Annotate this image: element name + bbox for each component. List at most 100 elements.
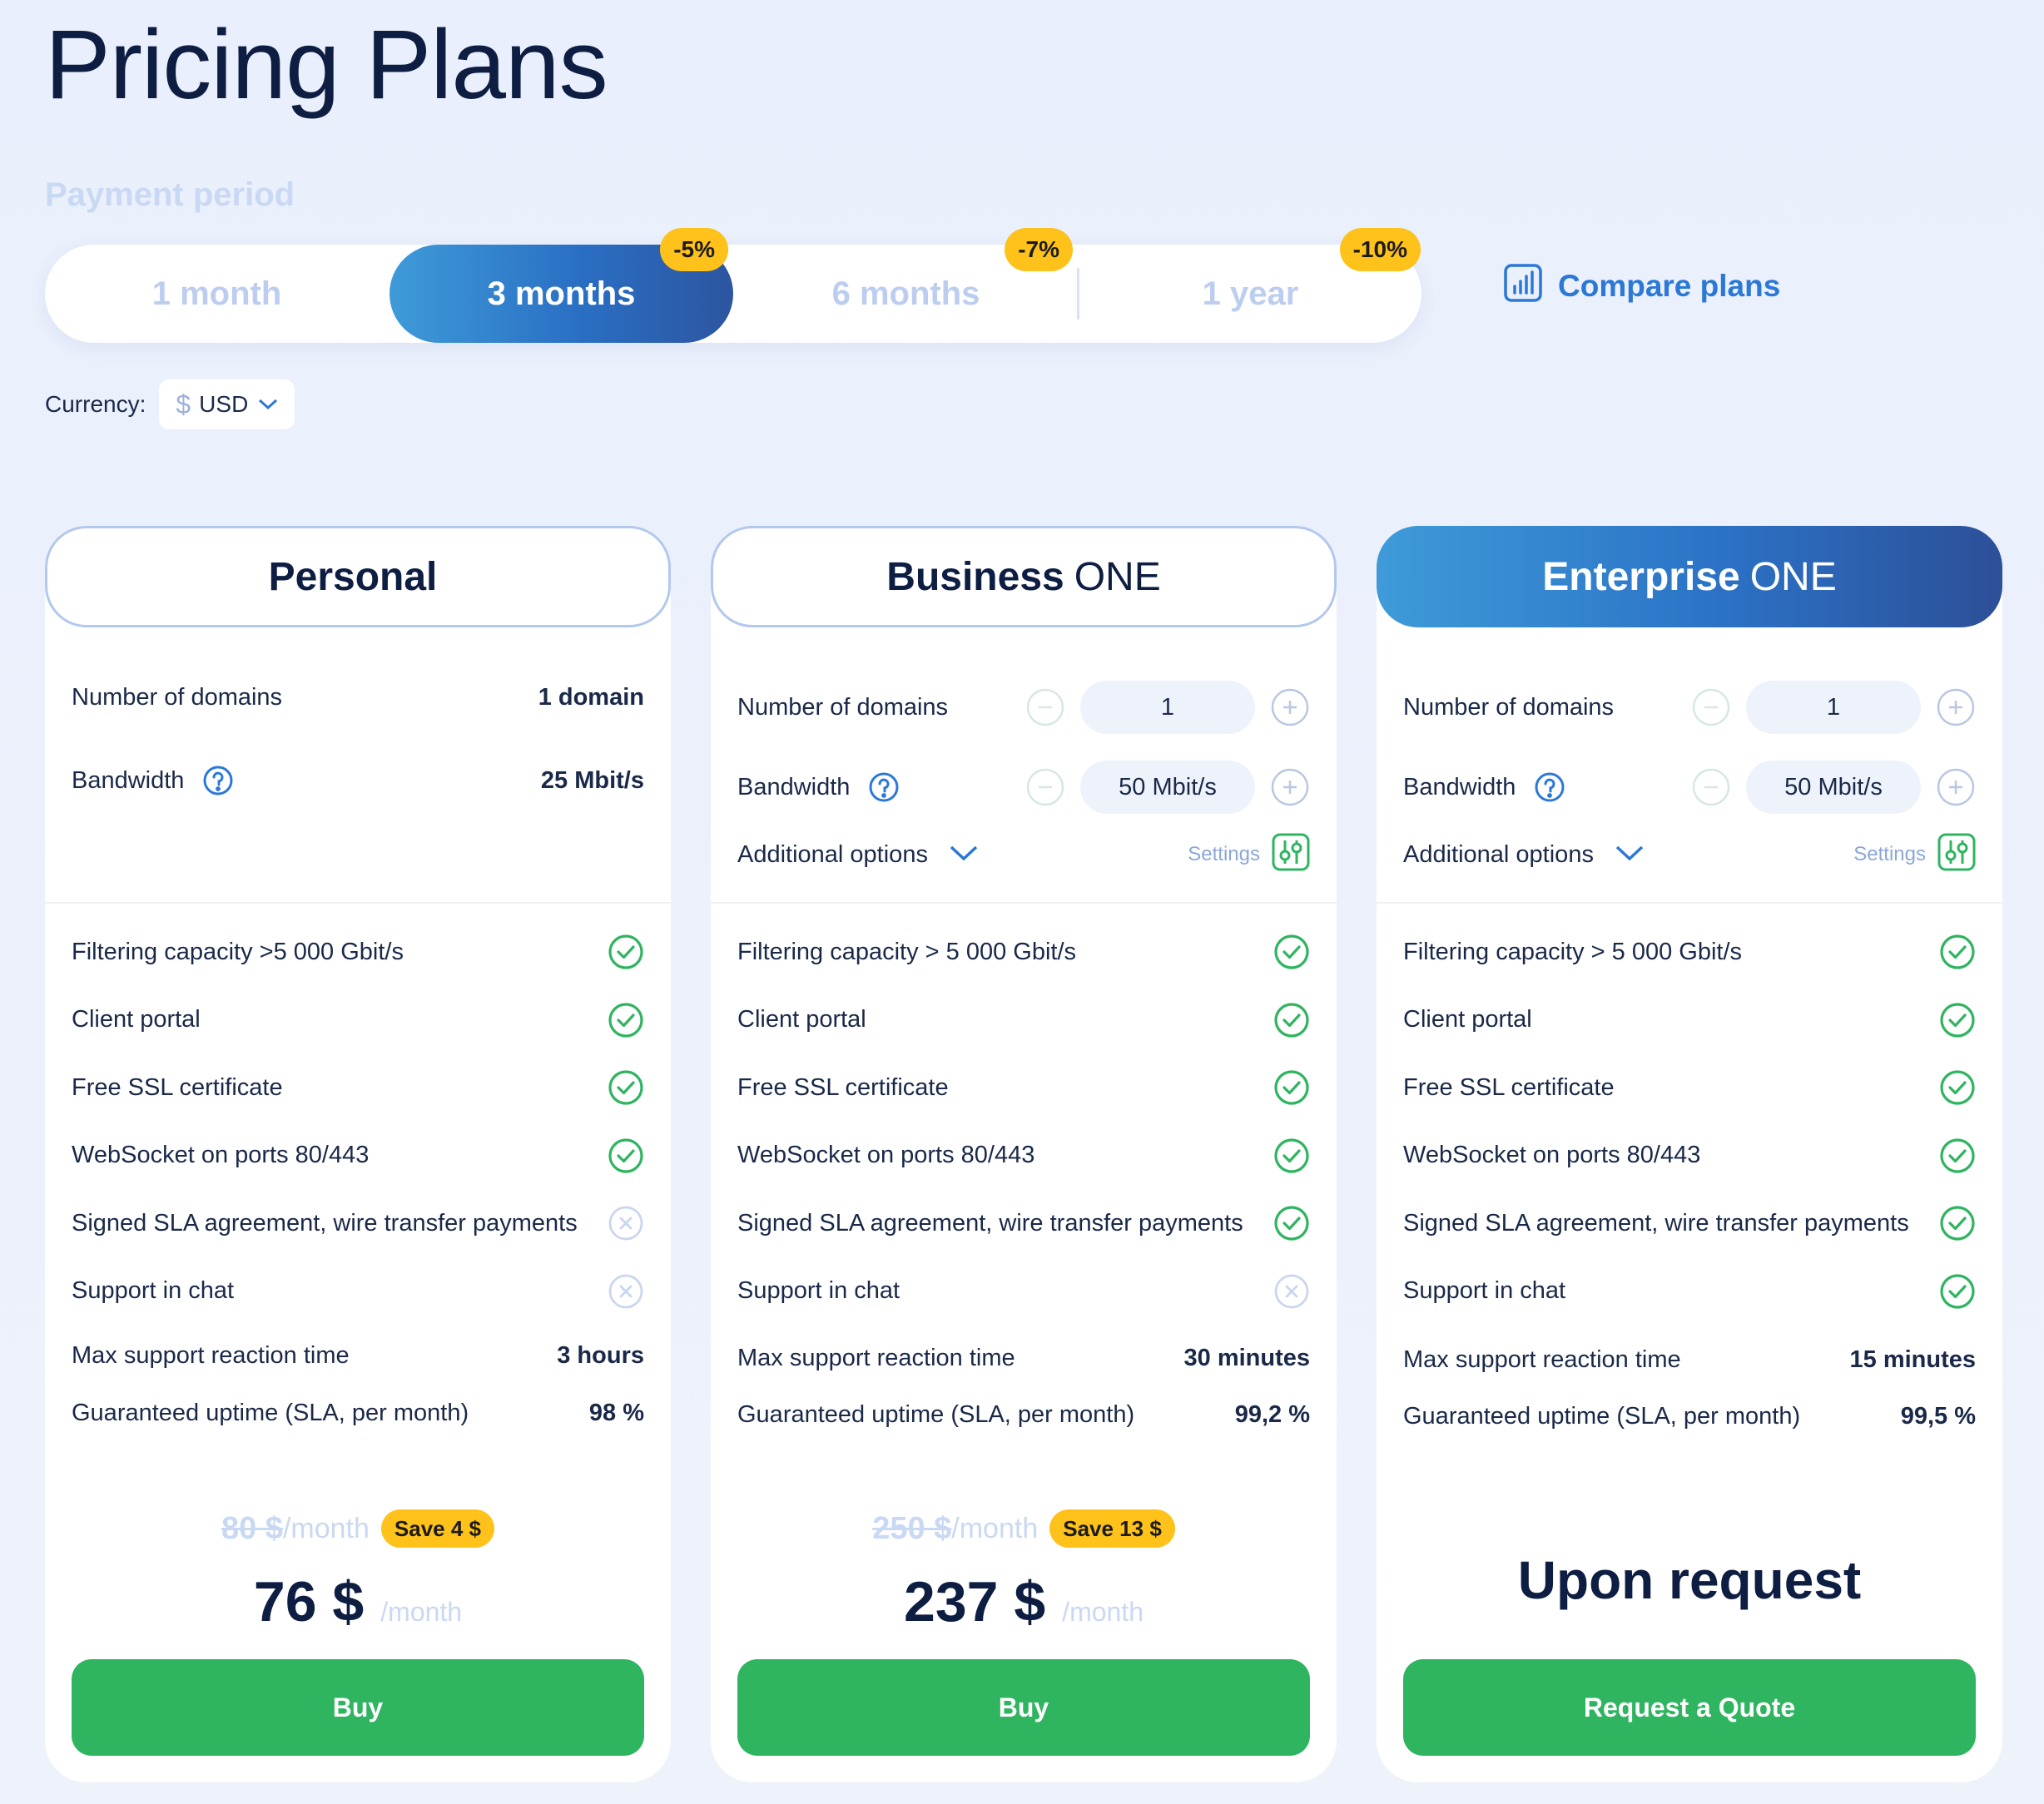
page-title: Pricing Plans [45,10,608,120]
discount-badge: -5% [660,228,728,271]
plan-header: Business ONE [711,526,1337,627]
payment-period-label: Payment period [45,176,295,213]
domains-stepper: 1 [1025,681,1310,734]
plus-icon[interactable] [1936,767,1976,807]
discount-badge: -7% [1005,228,1073,271]
domains-value[interactable]: 1 [1746,681,1921,734]
plan-card-business: Business ONE Number of domains 1 Bandwid… [711,526,1337,1782]
sliders-icon [1937,833,1976,877]
additional-options-row: Additional options Settings [737,833,1310,877]
plus-icon[interactable] [1270,687,1310,727]
minus-icon[interactable] [1691,767,1731,807]
plan-name: Business [886,554,1064,599]
settings-button[interactable]: Settings [1188,833,1310,877]
reaction-value: 3 hours [557,1341,644,1369]
feature-label: WebSocket on ports 80/443 [737,1142,1035,1168]
bandwidth-value[interactable]: 50 Mbit/s [1080,761,1255,814]
uptime-label: Guaranteed uptime (SLA, per month) [737,1400,1135,1428]
domains-row: Number of domains 1 [1403,681,1976,734]
divider [711,902,1337,904]
old-price-row: 250 $ /month Save 13 $ [711,1509,1337,1548]
request-quote-button[interactable]: Request a Quote [1403,1659,1976,1756]
feature-label: WebSocket on ports 80/443 [72,1142,370,1168]
chevron-down-icon [1614,843,1645,867]
minus-icon[interactable] [1025,687,1065,727]
plan-header: Enterprise ONE [1377,526,2002,627]
payment-period-switch: 1 month 3 months -5% 6 months -7% 1 year… [45,228,1422,343]
check-circle-icon [1273,1137,1310,1174]
feature-label: Free SSL certificate [72,1073,283,1101]
feature-label: Filtering capacity >5 000 Gbit/s [72,938,404,965]
help-icon[interactable] [202,765,234,796]
feature-label: Support in chat [737,1277,900,1304]
help-icon[interactable] [1534,771,1565,803]
settings-button[interactable]: Settings [1853,833,1976,877]
additional-options-label: Additional options [1403,840,1594,868]
bandwidth-stepper: 50 Mbit/s [1025,761,1310,814]
reaction-row: Max support reaction time 15 minutes [1403,1343,1976,1376]
price-period: /month [1062,1597,1144,1627]
buy-button[interactable]: Buy [737,1659,1310,1756]
reaction-label: Max support reaction time [1403,1346,1681,1373]
feature-row: Client portal [72,1002,644,1038]
additional-options-row: Additional options Settings [1403,833,1976,877]
feature-label: Free SSL certificate [1403,1073,1615,1101]
uptime-value: 98 % [588,1399,644,1426]
check-circle-icon [1939,1002,1976,1038]
check-circle-icon [1273,1205,1310,1241]
bandwidth-label: Bandwidth [737,773,851,800]
bandwidth-label: Bandwidth [72,766,185,794]
domains-value[interactable]: 1 [1080,681,1255,734]
uptime-value: 99,2 % [1234,1400,1310,1428]
save-badge: Save 13 $ [1049,1509,1175,1548]
period-tab-label: 6 months [831,275,980,312]
currency-select[interactable]: $ USD [159,379,295,429]
feature-row: Filtering capacity > 5 000 Gbit/s [1403,934,1976,970]
period-tab-1-month[interactable]: 1 month [45,245,389,343]
bandwidth-label: Bandwidth [1403,773,1516,800]
period-tab-6-months[interactable]: 6 months -7% [734,228,1078,343]
plus-icon[interactable] [1270,767,1310,807]
additional-options-toggle[interactable]: Additional options [1403,841,1645,869]
feature-row: Signed SLA agreement, wire transfer paym… [72,1205,644,1241]
feature-row: Signed SLA agreement, wire transfer paym… [737,1205,1310,1241]
plan-name-suffix: ONE [1749,554,1837,599]
domains-stepper: 1 [1691,681,1976,734]
help-icon[interactable] [868,771,900,803]
cross-circle-icon [608,1205,644,1241]
domains-label: Number of domains [1403,693,1615,721]
currency-label: Currency: [45,391,146,417]
check-circle-icon [1939,1137,1976,1174]
feature-row: Support in chat [1403,1273,1976,1310]
domains-label: Number of domains [72,683,283,711]
check-circle-icon [608,1137,644,1174]
buy-button[interactable]: Buy [72,1659,644,1756]
bandwidth-value[interactable]: 50 Mbit/s [1746,761,1921,814]
feature-label: Client portal [72,1006,201,1033]
feature-row: Free SSL certificate [737,1069,1310,1106]
period-tab-1-year[interactable]: 1 year -10% [1079,228,1422,343]
domains-row: Number of domains 1 domain [72,681,644,714]
bandwidth-row: Bandwidth 50 Mbit/s [1403,761,1976,814]
price-upon-request: Upon request [1517,1550,1862,1610]
feature-row: Client portal [1403,1002,1976,1038]
compare-plans-link[interactable]: Compare plans [1503,263,1780,310]
feature-label: WebSocket on ports 80/443 [1403,1142,1701,1168]
price-row: 76 $ /month [45,1569,671,1634]
divider [1377,902,2002,904]
domains-value: 1 domain [538,683,644,711]
feature-label: Signed SLA agreement, wire transfer paym… [1403,1209,1909,1237]
currency-row: Currency: $ USD [45,379,295,429]
feature-label: Free SSL certificate [737,1073,949,1101]
reaction-row: Max support reaction time 30 minutes [737,1341,1310,1375]
additional-options-toggle[interactable]: Additional options [737,841,980,869]
minus-icon[interactable] [1691,687,1731,727]
domains-row: Number of domains 1 [737,681,1310,734]
sliders-icon [1272,833,1310,877]
minus-icon[interactable] [1025,767,1065,807]
old-price: 250 $ [872,1510,952,1546]
period-tab-label: 1 month [151,275,282,312]
period-tab-3-months[interactable]: 3 months -5% [389,228,733,343]
domains-label: Number of domains [737,693,949,721]
plus-icon[interactable] [1936,687,1976,727]
